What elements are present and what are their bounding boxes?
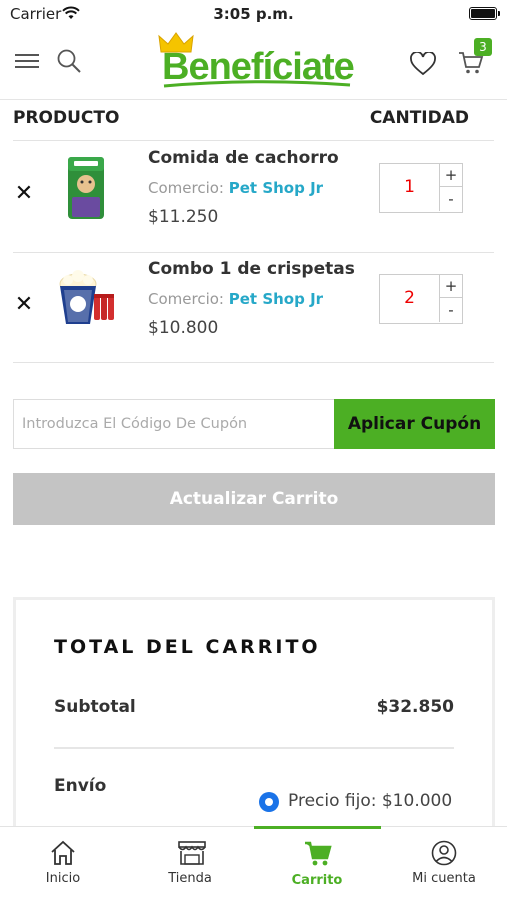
cart-totals-panel: TOTAL DEL CARRITO Subtotal $32.850 Envío… — [13, 597, 495, 857]
quantity-stepper: 2 + - — [379, 274, 463, 324]
heart-icon[interactable] — [410, 51, 436, 80]
cart-item-row: ✕ Comida de cachorro Comercio: Pet Shop … — [0, 143, 507, 253]
active-tab-indicator — [254, 826, 381, 829]
column-header-product: PRODUCTO — [13, 108, 120, 128]
search-icon[interactable] — [56, 48, 82, 78]
cart-count-badge: 3 — [474, 38, 492, 56]
battery-nub — [498, 11, 500, 16]
shop-link[interactable]: Pet Shop Jr — [229, 290, 323, 308]
quantity-stepper: 1 + - — [379, 163, 463, 213]
tab-carrito[interactable]: Carrito — [254, 827, 380, 900]
shipping-label: Envío — [54, 776, 107, 796]
clock: 3:05 p.m. — [213, 5, 294, 23]
tab-label: Inicio — [45, 871, 81, 886]
coupon-code-input[interactable] — [13, 399, 334, 449]
update-cart-button[interactable]: Actualizar Carrito — [13, 473, 495, 525]
tab-tienda[interactable]: Tienda — [127, 827, 253, 900]
tab-mi-cuenta[interactable]: Mi cuenta — [381, 827, 507, 900]
product-image-popcorn-combo[interactable] — [50, 264, 122, 336]
product-image-dog-food[interactable] — [50, 153, 122, 225]
divider — [13, 252, 494, 253]
quantity-input[interactable]: 2 — [380, 275, 440, 322]
quantity-increase-button[interactable]: + — [440, 164, 462, 187]
product-name[interactable]: Combo 1 de crispetas — [148, 259, 355, 279]
product-shop: Comercio: Pet Shop Jr — [148, 179, 323, 197]
shipping-radio-selected[interactable] — [259, 792, 279, 812]
remove-item-button[interactable]: ✕ — [14, 292, 34, 317]
shop-label: Comercio: — [148, 290, 224, 308]
shop-label: Comercio: — [148, 179, 224, 197]
divider — [54, 747, 454, 749]
account-icon — [431, 840, 457, 866]
shipping-option-label[interactable]: Precio fijo: $10.000 — [288, 791, 452, 811]
home-icon — [51, 840, 75, 865]
battery-icon — [469, 7, 497, 20]
divider — [13, 362, 494, 363]
product-price: $10.800 — [148, 318, 219, 338]
quantity-decrease-button[interactable]: - — [440, 299, 462, 322]
menu-icon[interactable] — [15, 52, 39, 72]
product-name[interactable]: Comida de cachorro — [148, 148, 339, 168]
quantity-input[interactable]: 1 — [380, 164, 440, 211]
quantity-increase-button[interactable]: + — [440, 275, 462, 298]
column-header-quantity: CANTIDAD — [369, 108, 469, 128]
status-bar: Carrier 3:05 p.m. — [0, 0, 507, 28]
shop-link[interactable]: Pet Shop Jr — [229, 179, 323, 197]
tab-inicio[interactable]: Inicio — [0, 827, 126, 900]
app-header: Benefíciate 3 — [0, 28, 507, 100]
product-price: $11.250 — [148, 207, 219, 227]
tab-label: Tienda — [168, 871, 212, 886]
remove-item-button[interactable]: ✕ — [14, 181, 34, 206]
logo-swoosh — [163, 80, 351, 88]
divider — [13, 140, 494, 141]
cart-icon — [305, 841, 332, 866]
cart-item-row: ✕ Combo 1 de crispetas Comercio: Pet Sho… — [0, 254, 507, 364]
product-shop: Comercio: Pet Shop Jr — [148, 290, 323, 308]
tab-label: Mi cuenta — [412, 871, 476, 886]
brand-logo[interactable]: Benefíciate — [158, 32, 358, 92]
subtotal-value: $32.850 — [376, 697, 454, 717]
subtotal-label: Subtotal — [54, 697, 136, 717]
apply-coupon-button[interactable]: Aplicar Cupón — [334, 399, 495, 449]
tab-label: Carrito — [291, 873, 343, 888]
quantity-decrease-button[interactable]: - — [440, 188, 462, 211]
cart-screen: Carrier 3:05 p.m. Benefíciate 3 PRODUCTO… — [0, 0, 507, 900]
store-icon — [178, 841, 206, 865]
cart-totals-title: TOTAL DEL CARRITO — [54, 636, 321, 658]
bottom-tab-bar: Inicio Tienda Carrito Mi cuenta — [0, 826, 507, 900]
